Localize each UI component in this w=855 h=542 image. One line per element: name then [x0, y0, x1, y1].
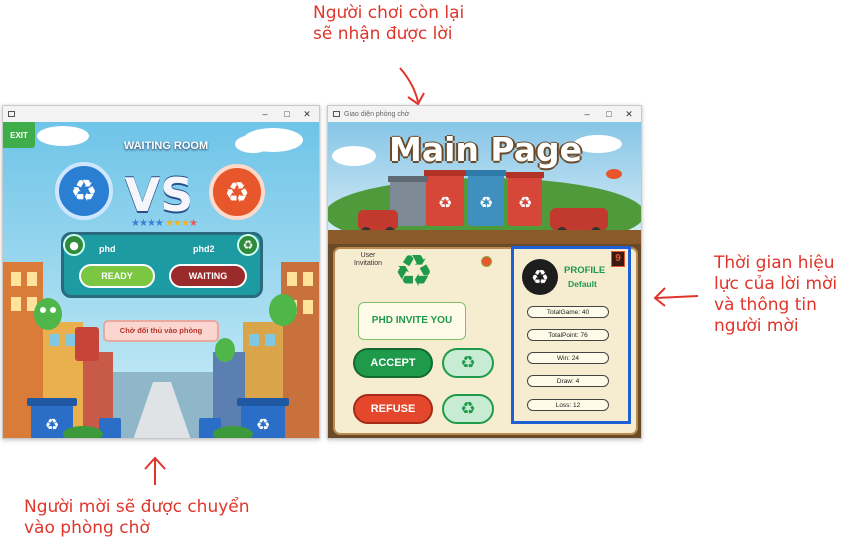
- window-titlebar: Giao diện phòng chờ – □ ✕: [328, 106, 641, 122]
- accept-button[interactable]: ACCEPT: [353, 348, 433, 378]
- main-page-title: Main Page: [389, 130, 582, 169]
- waiting-room-window: – □ ✕ ♻ ♻ EXIT WAITING ROOM ♻ VS ♻ ★★★★ …: [2, 105, 320, 439]
- annotation-top: Người chơi còn lại sẽ nhận được lời: [313, 3, 464, 45]
- minimize-icon[interactable]: –: [577, 106, 597, 122]
- player2-avatar: ♻: [237, 234, 259, 256]
- user-invitation-label: User Invitation: [353, 252, 383, 267]
- stat-total-game: TotalGame: 40: [527, 306, 609, 318]
- red-arrow-icon: [144, 456, 166, 485]
- waiting-message: Chờ đối thủ vào phòng: [103, 320, 219, 342]
- svg-text:♻: ♻: [45, 415, 59, 434]
- recycle-icon: ♻: [460, 399, 476, 419]
- profile-label: PROFILE: [564, 265, 606, 276]
- app-icon: [333, 111, 340, 117]
- recycle-icon: ♻: [394, 246, 434, 297]
- exit-button[interactable]: EXIT: [3, 122, 35, 148]
- annotation-right: Thời gian hiệu lực của lời mời và thông …: [714, 253, 837, 337]
- svg-text:♻: ♻: [518, 193, 532, 212]
- player1-name: phd: [99, 244, 116, 254]
- stat-win: Win: 24: [527, 352, 609, 364]
- profile-panel: ♻ PROFILE Default 9 TotalGame: 40 TotalP…: [511, 246, 631, 424]
- player1-emblem: ♻: [55, 162, 113, 220]
- recycle-icon: ♻: [242, 238, 254, 252]
- annotation-bottom: Người mời sẽ được chuyển vào phòng chờ: [24, 497, 250, 539]
- profile-name: Default: [568, 279, 597, 289]
- player2-name: phd2: [193, 244, 215, 254]
- player1-avatar: ●: [63, 234, 85, 256]
- annotation-right-line2: lực của lời mời: [714, 274, 838, 294]
- annotation-right-line4: người mời: [714, 316, 799, 336]
- main-page-window: Giao diện phòng chờ – □ ✕ ♻ ♻ ♻ Main Pag…: [327, 105, 642, 439]
- annotation-bottom-line2: vào phòng chờ: [24, 518, 150, 538]
- annotation-bottom-line1: Người mời sẽ được chuyển: [24, 497, 250, 517]
- app-icon: [8, 111, 15, 117]
- countdown-badge: 9: [611, 251, 625, 267]
- red-arrow-icon: [653, 287, 699, 307]
- close-icon[interactable]: ✕: [297, 106, 317, 122]
- ready-button[interactable]: READY: [79, 264, 155, 288]
- rank-stars: ★★★★ ★★★★: [131, 218, 198, 229]
- close-icon[interactable]: ✕: [619, 106, 639, 122]
- annotation-top-line1: Người chơi còn lại: [313, 3, 465, 23]
- window-titlebar: – □ ✕: [3, 106, 319, 122]
- stat-total-point: TotalPoint: 76: [527, 329, 609, 341]
- refuse-recycle-button[interactable]: ♻: [442, 394, 494, 424]
- refuse-button[interactable]: REFUSE: [353, 394, 433, 424]
- maximize-icon[interactable]: □: [277, 106, 297, 122]
- waiting-room-scene: ♻ ♻ EXIT WAITING ROOM ♻ VS ♻ ★★★★ ★★★★ ●…: [3, 122, 319, 438]
- maximize-icon[interactable]: □: [599, 106, 619, 122]
- vs-label: VS: [124, 168, 194, 222]
- waiting-room-title: WAITING ROOM: [123, 140, 209, 152]
- invite-message: PHD INVITE YOU: [358, 302, 466, 340]
- waiting-button[interactable]: WAITING: [169, 264, 247, 288]
- annotation-top-line2: sẽ nhận được lời: [313, 24, 453, 44]
- annotation-right-line3: và thông tin: [714, 295, 817, 315]
- status-dot: [481, 256, 492, 267]
- annotation-right-line1: Thời gian hiệu: [714, 253, 835, 273]
- player2-emblem: ♻: [209, 164, 265, 220]
- svg-text:♻: ♻: [479, 193, 493, 212]
- accept-recycle-button[interactable]: ♻: [442, 348, 494, 378]
- recycle-icon: ♻: [460, 353, 476, 373]
- recycle-icon: ♻: [70, 173, 98, 209]
- recycle-icon: ♻: [224, 175, 250, 209]
- svg-text:♻: ♻: [438, 193, 452, 212]
- recycle-icon: ♻: [531, 265, 549, 289]
- stat-loss: Loss: 12: [527, 399, 609, 411]
- main-page-scene: ♻ ♻ ♻ Main Page User Invitation ♻ PHD IN…: [328, 122, 641, 438]
- avatar: ♻: [522, 259, 558, 295]
- red-arrow-icon: [399, 67, 425, 106]
- window-title: Giao diện phòng chờ: [344, 110, 410, 118]
- stat-draw: Draw: 4: [527, 375, 609, 387]
- svg-text:♻: ♻: [256, 415, 270, 434]
- minimize-icon[interactable]: –: [255, 106, 275, 122]
